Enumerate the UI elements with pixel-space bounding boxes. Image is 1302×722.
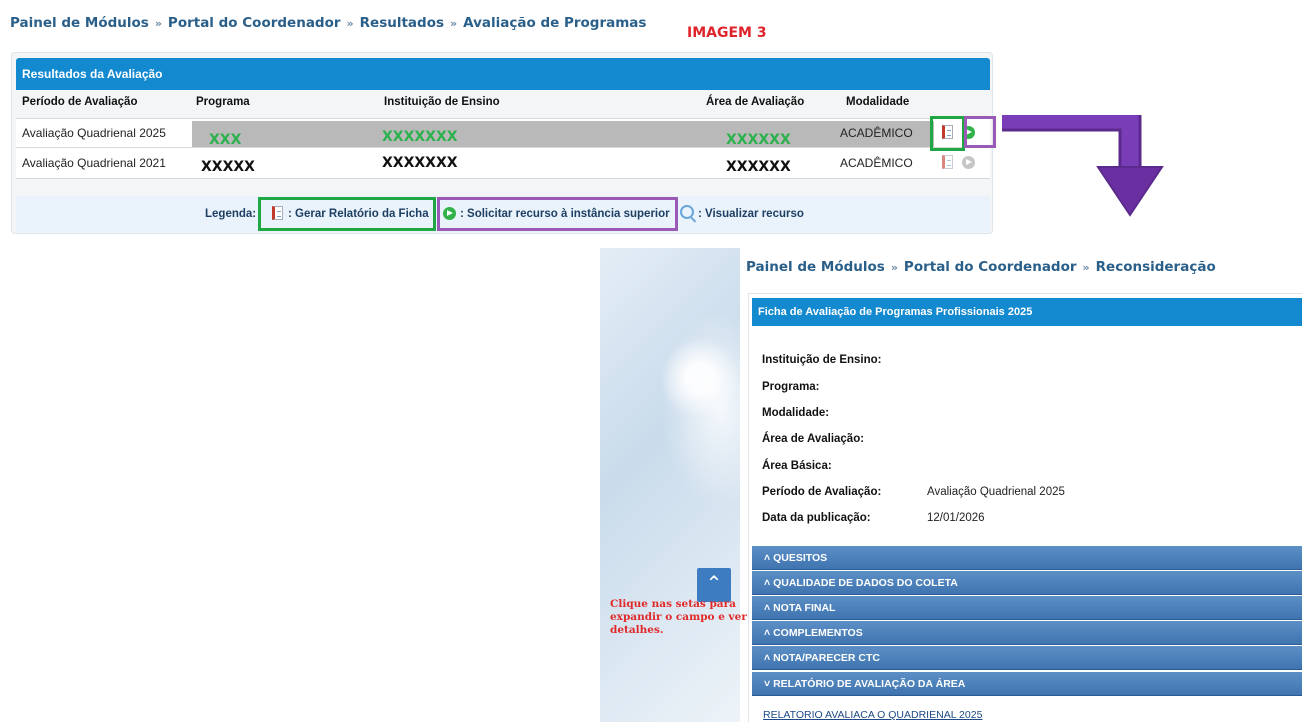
field-value-periodo: Avaliação Quadrienal 2025 [927,486,1065,498]
table-row: Avaliação Quadrienal 2025 XXX XXXXXXX XX… [16,118,990,148]
field-label-area: Área de Avaliação: [762,433,865,445]
highlight-box-report [930,116,965,151]
highlight-box-appeal [964,116,996,148]
row-highlight [192,121,934,147]
magnifier-icon [680,205,694,219]
breadcrumb-item-portal[interactable]: Portal do Coordenador [904,259,1077,275]
field-label-instituicao: Instituição de Ensino: [762,354,882,366]
col-header-modalidade: Modalidade [846,96,910,108]
field-value-data: 12/01/2026 [927,512,985,524]
section-nota-final[interactable]: ˄ NOTA FINAL [752,596,1302,620]
row-instituicao: XXXXXXX [382,155,458,171]
row-modalidade: ACADÊMICO [840,126,913,140]
play-circle-icon [443,207,456,220]
section-label: COMPLEMENTOS [773,627,863,639]
image-label: IMAGEM 3 [687,25,767,41]
section-complementos[interactable]: ˄ COMPLEMENTOS [752,621,1302,645]
row-periodo: Avaliação Quadrienal 2021 [22,156,166,170]
report-link[interactable]: RELATORIO AVALIACA O QUADRIENAL 2025 [763,709,982,721]
section-qualidade[interactable]: ˄ QUALIDADE DE DADOS DO COLETA [752,571,1302,595]
col-header-area: Área de Avaliação [706,96,805,108]
section-relatorio[interactable]: ˅ RELATÓRIO DE AVALIAÇÃO DA ÁREA [752,672,1302,696]
legend-appeal: : Solicitar recurso à instância superior [460,208,670,220]
section-label: NOTA FINAL [773,602,836,614]
row-periodo: Avaliação Quadrienal 2025 [22,126,166,140]
legend-view: : Visualizar recurso [698,208,804,220]
hint-text: Clique nas setas para expandir o campo e… [610,598,747,636]
field-label-modalidade: Modalidade: [762,407,830,419]
row-area: XXXXXX [726,159,791,175]
sidebar-decoration [600,248,780,722]
breadcrumb: Painel de Módulos» Portal do Coordenador»… [10,15,647,31]
row-area: XXXXXX [726,132,791,148]
section-nota-parecer[interactable]: ˄ NOTA/PARECER CTC [752,646,1302,670]
document-icon[interactable] [942,155,953,169]
section-quesitos[interactable]: ˄ QUESITOS [752,546,1302,570]
legend-report: : Gerar Relatório da Ficha [288,208,429,220]
panel-title: Resultados da Avaliação [22,67,163,81]
field-label-data: Data da publicação: [762,512,871,524]
breadcrumb-item-painel[interactable]: Painel de Módulos [10,15,149,31]
breadcrumb-item-reconsideracao[interactable]: Reconsideração [1096,259,1216,275]
row-programa: XXXXX [201,159,255,175]
document-icon [272,206,283,220]
field-label-programa: Programa: [762,381,820,393]
section-label: QUESITOS [773,552,828,564]
col-header-periodo: Período de Avaliação [22,96,138,108]
imagem3-screenshot: Painel de Módulos» Portal do Coordenador»… [0,0,996,234]
row-modalidade: ACADÊMICO [840,156,913,170]
col-header-programa: Programa [196,96,250,108]
double-chevron-up-icon[interactable]: ⌃ [697,568,731,602]
ficha-panel-header: Ficha de Avaliação de Programas Profissi… [752,298,1302,326]
curved-arrow-icon [1002,115,1164,217]
col-header-instituicao: Instituição de Ensino [384,96,500,108]
section-label: NOTA/PARECER CTC [773,652,881,664]
section-label: QUALIDADE DE DADOS DO COLETA [773,577,958,589]
breadcrumb-item-avaliacao[interactable]: Avaliação de Programas [463,15,646,31]
panel-title: Ficha de Avaliação de Programas Profissi… [758,306,1033,318]
field-label-periodo: Período de Avaliação: [762,486,882,498]
field-label-area-basica: Área Básica: [762,460,832,472]
row-instituicao: XXXXXXX [382,129,458,145]
breadcrumb: Painel de Módulos» Portal do Coordenador»… [746,259,1216,275]
breadcrumb-item-portal[interactable]: Portal do Coordenador [168,15,341,31]
legend-title: Legenda: [205,208,257,220]
row-programa: XXX [209,132,242,148]
table-row: Avaliação Quadrienal 2021 XXXXX XXXXXXX … [16,147,990,179]
breadcrumb-item-resultados[interactable]: Resultados [360,15,444,31]
play-circle-icon[interactable] [962,156,975,169]
reconsideracao-screenshot: ⌃ Clique nas setas para expandir o campo… [600,248,1302,722]
results-panel-header: Resultados da Avaliação [16,58,990,90]
breadcrumb-item-painel[interactable]: Painel de Módulos [746,259,885,275]
section-label: RELATÓRIO DE AVALIAÇÃO DA ÁREA [773,678,966,690]
